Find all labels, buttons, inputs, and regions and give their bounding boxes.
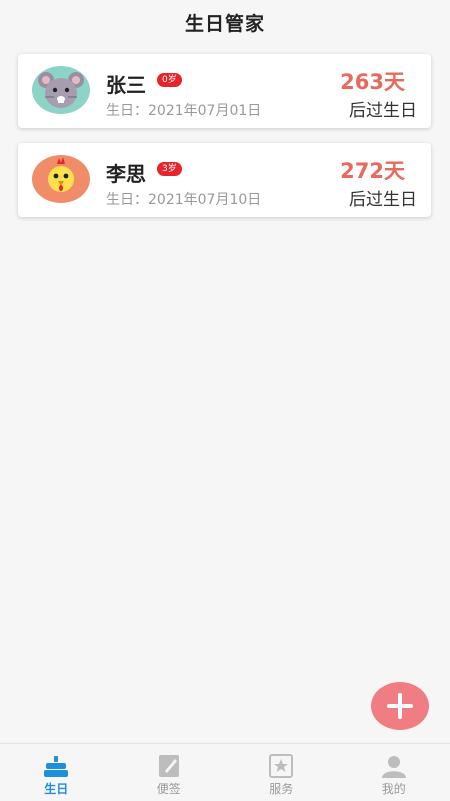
tab-label: 便签 [157,780,181,797]
tab-birthday[interactable]: 生日 [0,744,113,801]
birthday-date: 生日：2021年07月10日 [106,189,261,209]
days-remaining: 263天 [340,66,405,96]
birthday-card[interactable]: 李思 3岁 生日：2021年07月10日 272天 后过生日 [18,143,431,217]
birthday-card[interactable]: 张三 0岁 生日：2021年07月01日 263天 后过生日 [18,54,431,128]
days-remaining: 272天 [340,155,405,185]
user-icon [381,754,407,778]
person-name: 李思 [106,158,146,187]
page-title: 生日管家 [185,9,265,36]
cake-icon [43,754,69,778]
mouse-avatar-icon [32,66,90,114]
plus-icon [385,691,415,721]
tab-services[interactable]: 服务 [225,744,338,801]
age-badge: 3岁 [157,162,182,176]
person-name: 张三 [106,69,146,98]
add-birthday-button[interactable] [371,682,429,730]
rooster-avatar-icon [32,155,90,203]
tab-notes[interactable]: 便签 [113,744,226,801]
app-header: 生日管家 [0,0,450,44]
days-suffix: 后过生日 [349,185,417,210]
star-icon [268,754,294,778]
tab-label: 生日 [44,780,68,797]
birthday-date: 生日：2021年07月01日 [106,100,261,120]
tab-label: 服务 [269,780,293,797]
days-suffix: 后过生日 [349,96,417,121]
note-icon [156,754,182,778]
tab-label: 我的 [382,780,406,797]
age-badge: 0岁 [157,73,182,87]
bottom-tab-bar: 生日 便签 服务 我的 [0,743,450,801]
tab-me[interactable]: 我的 [338,744,450,801]
